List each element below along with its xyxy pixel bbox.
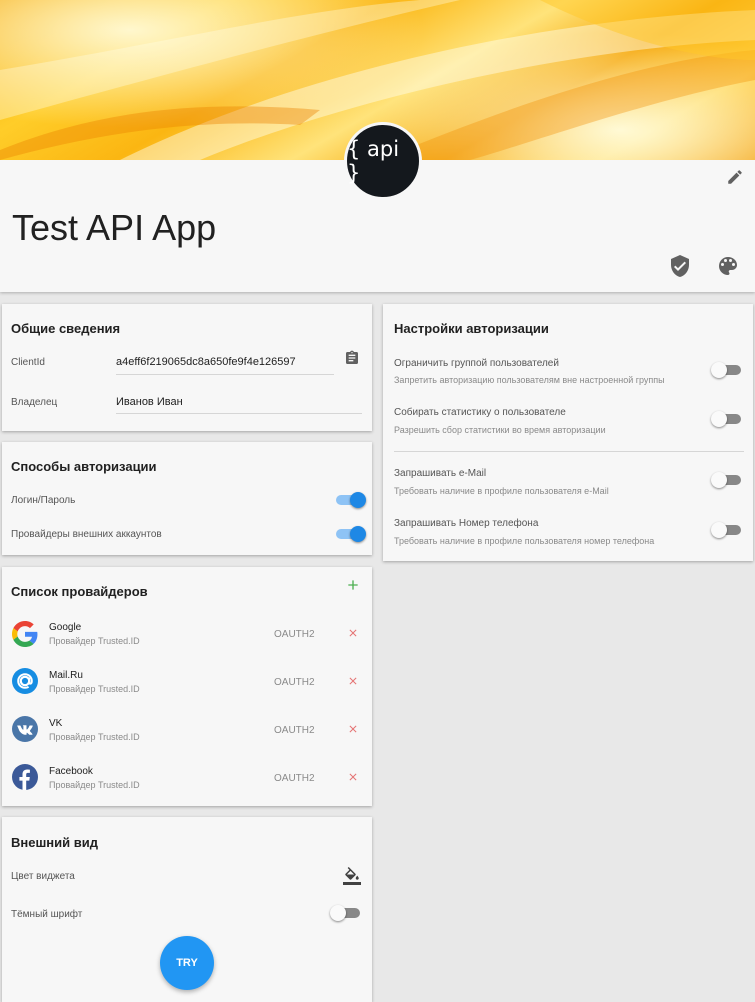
provider-name: Facebook <box>49 766 93 777</box>
google-icon <box>12 621 38 647</box>
provider-name: Google <box>49 622 82 633</box>
delete-provider-icon[interactable] <box>347 627 359 639</box>
auth-settings-card: Настройки авторизации Ограничить группой… <box>383 304 753 561</box>
provider-name: Mail.Ru <box>49 670 83 681</box>
login-password-toggle[interactable] <box>334 492 366 508</box>
shield-check-icon[interactable] <box>668 254 692 278</box>
external-providers-toggle[interactable] <box>334 526 366 542</box>
collect-stats-toggle[interactable] <box>711 411 743 427</box>
try-button[interactable]: TRY <box>160 936 214 990</box>
owner-value[interactable]: Иванов Иван <box>116 396 183 408</box>
dark-font-toggle[interactable] <box>330 905 362 921</box>
owner-label: Владелец <box>11 397 58 408</box>
delete-provider-icon[interactable] <box>347 675 359 687</box>
request-email-toggle[interactable] <box>711 472 743 488</box>
client-id-value[interactable]: a4eff6f219065dc8a650fe9f4e126597 <box>116 356 296 368</box>
delete-provider-icon[interactable] <box>347 771 359 783</box>
provider-type: OAUTH2 <box>274 725 315 736</box>
auth-methods-card: Способы авторизации Логин/Пароль Провайд… <box>2 442 372 555</box>
setting-hint: Запретить авторизацию пользователям вне … <box>394 375 665 385</box>
provider-subtitle: Провайдер Trusted.ID <box>49 732 140 742</box>
facebook-icon <box>12 764 38 790</box>
provider-type: OAUTH2 <box>274 629 315 640</box>
app-logo: { api } <box>344 122 422 200</box>
appearance-card: Внешний вид Цвет виджета Тёмный шрифт TR… <box>2 817 372 1002</box>
card-title: Способы авторизации <box>11 459 157 474</box>
setting-label: Ограничить группой пользователей <box>394 358 559 369</box>
provider-type: OAUTH2 <box>274 677 315 688</box>
palette-icon[interactable] <box>716 254 740 278</box>
delete-provider-icon[interactable] <box>347 723 359 735</box>
card-title: Внешний вид <box>11 835 98 850</box>
color-fill-icon[interactable] <box>343 867 361 885</box>
owner-underline <box>116 413 362 414</box>
widget-color-label: Цвет виджета <box>11 871 75 882</box>
card-title: Настройки авторизации <box>394 321 549 336</box>
providers-card: Список провайдеров Google Провайдер Trus… <box>2 567 372 806</box>
mailru-icon <box>12 668 38 694</box>
provider-subtitle: Провайдер Trusted.ID <box>49 780 140 790</box>
provider-subtitle: Провайдер Trusted.ID <box>49 684 140 694</box>
general-info-card: Общие сведения ClientId a4eff6f219065dc8… <box>2 304 372 431</box>
provider-subtitle: Провайдер Trusted.ID <box>49 636 140 646</box>
clipboard-icon[interactable] <box>344 350 360 366</box>
app-title: Test API App <box>12 207 217 248</box>
setting-hint: Требовать наличие в профиле пользователя… <box>394 536 655 546</box>
card-title: Список провайдеров <box>11 584 148 599</box>
setting-label: Запрашивать e-Mail <box>394 468 487 479</box>
setting-label: Запрашивать Номер телефона <box>394 518 539 529</box>
setting-label: Собирать статистику о пользователе <box>394 407 566 418</box>
dark-font-label: Тёмный шрифт <box>11 909 83 920</box>
auth-method-label: Логин/Пароль <box>11 495 76 506</box>
setting-hint: Разрешить сбор статистики во время автор… <box>394 425 606 435</box>
add-provider-icon[interactable] <box>345 577 361 593</box>
divider <box>394 451 744 452</box>
vk-icon <box>12 716 38 742</box>
setting-hint: Требовать наличие в профиле пользователя… <box>394 486 609 496</box>
client-id-label: ClientId <box>11 357 45 368</box>
app-header: { api } Test API App <box>0 0 755 292</box>
auth-method-label: Провайдеры внешних аккаунтов <box>11 529 162 540</box>
edit-icon[interactable] <box>726 168 744 186</box>
provider-type: OAUTH2 <box>274 773 315 784</box>
request-phone-toggle[interactable] <box>711 522 743 538</box>
restrict-group-toggle[interactable] <box>711 362 743 378</box>
card-title: Общие сведения <box>11 321 121 336</box>
client-id-underline <box>116 374 334 375</box>
provider-name: VK <box>49 718 63 729</box>
